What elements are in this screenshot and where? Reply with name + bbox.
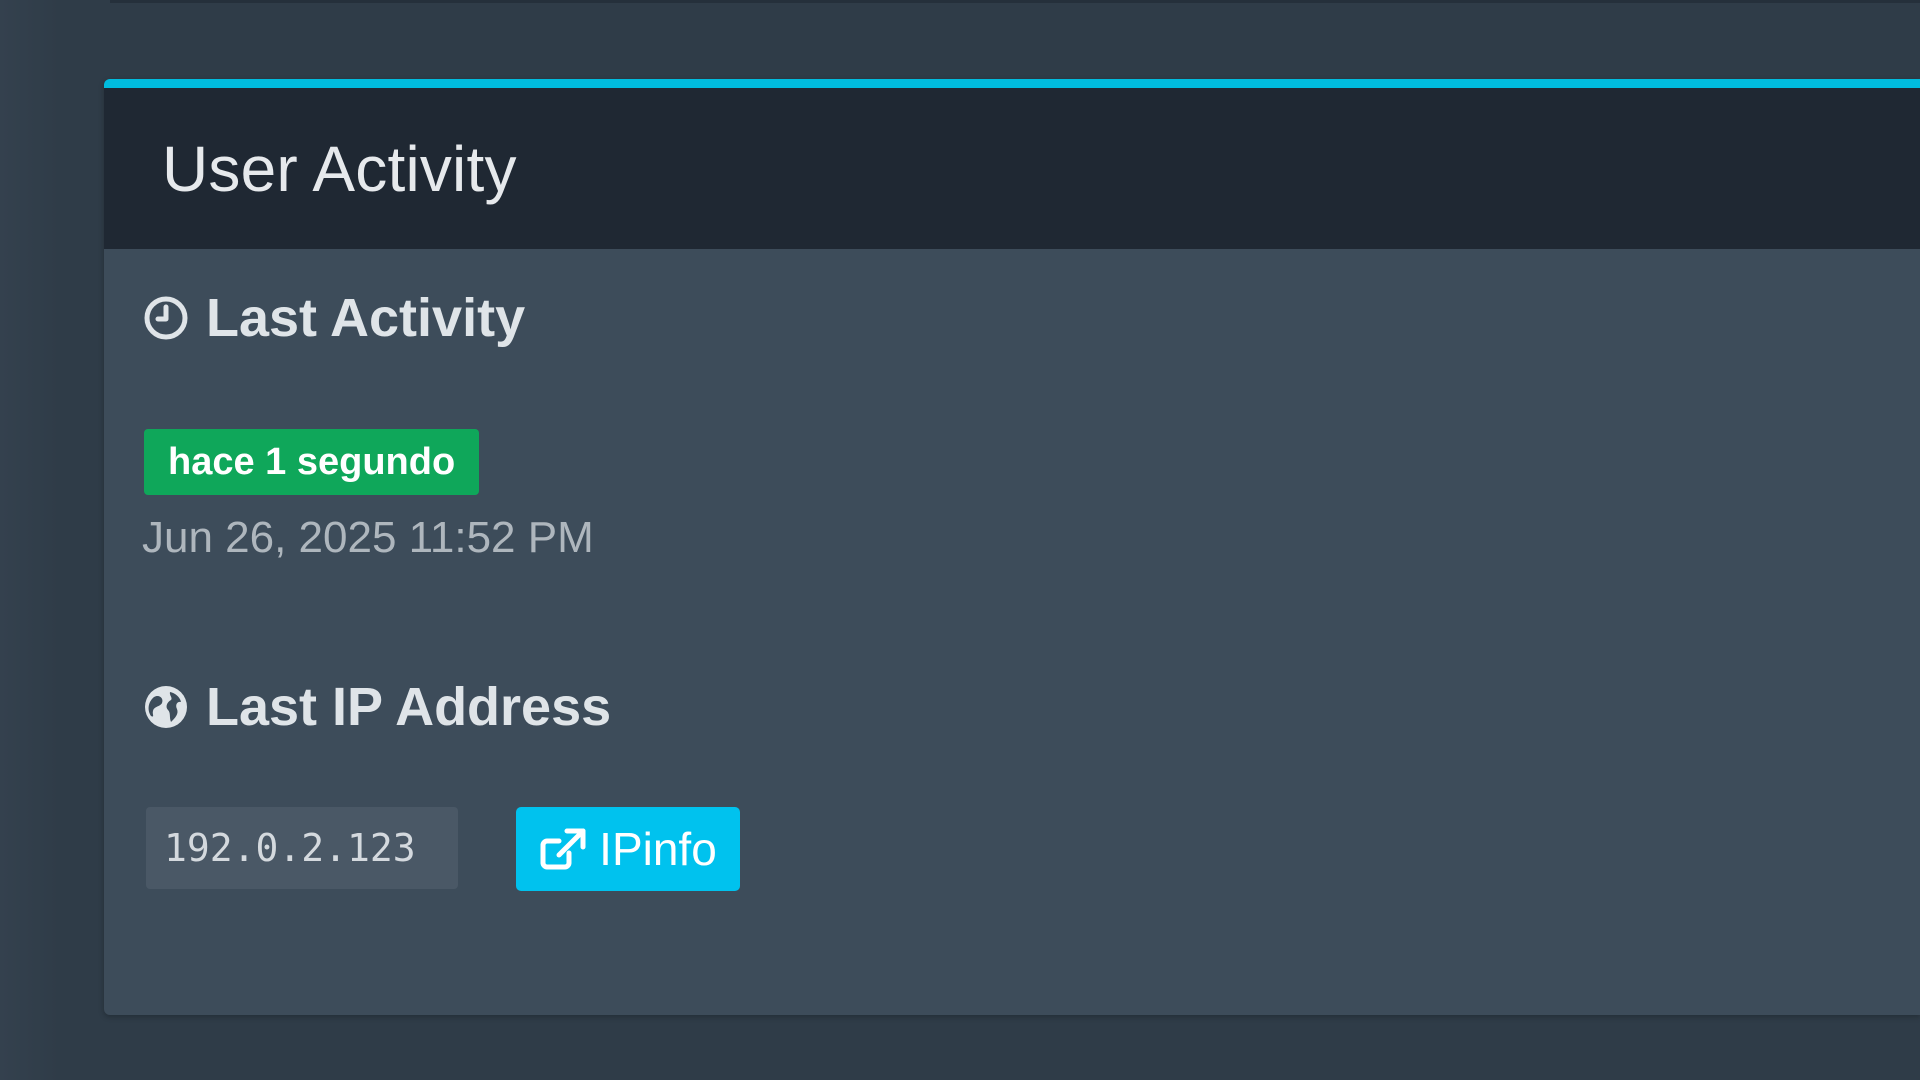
clock-icon [144, 296, 188, 340]
card-title: User Activity [162, 132, 517, 205]
relative-time-badge: hace 1 segundo [144, 429, 480, 495]
user-activity-card: User Activity Last Activity hace 1 segun… [104, 79, 1920, 1015]
external-link-icon [540, 828, 586, 870]
last-activity-timestamp: Jun 26, 2025 11:52 PM [142, 513, 594, 562]
ip-address-code: 192.0.2.123 [146, 807, 458, 889]
last-activity-heading-text: Last Activity [206, 288, 526, 348]
last-ip-heading: Last IP Address [142, 676, 611, 738]
last-ip-heading-text: Last IP Address [206, 677, 612, 737]
last-activity-heading: Last Activity [142, 287, 525, 349]
top-divider [110, 0, 1920, 3]
ipinfo-button-label: IPinfo [599, 823, 717, 875]
page-left-gutter [0, 0, 60, 1080]
globe-icon [145, 686, 187, 728]
card-header: User Activity [104, 88, 1920, 249]
ipinfo-button[interactable]: IPinfo [516, 807, 740, 891]
